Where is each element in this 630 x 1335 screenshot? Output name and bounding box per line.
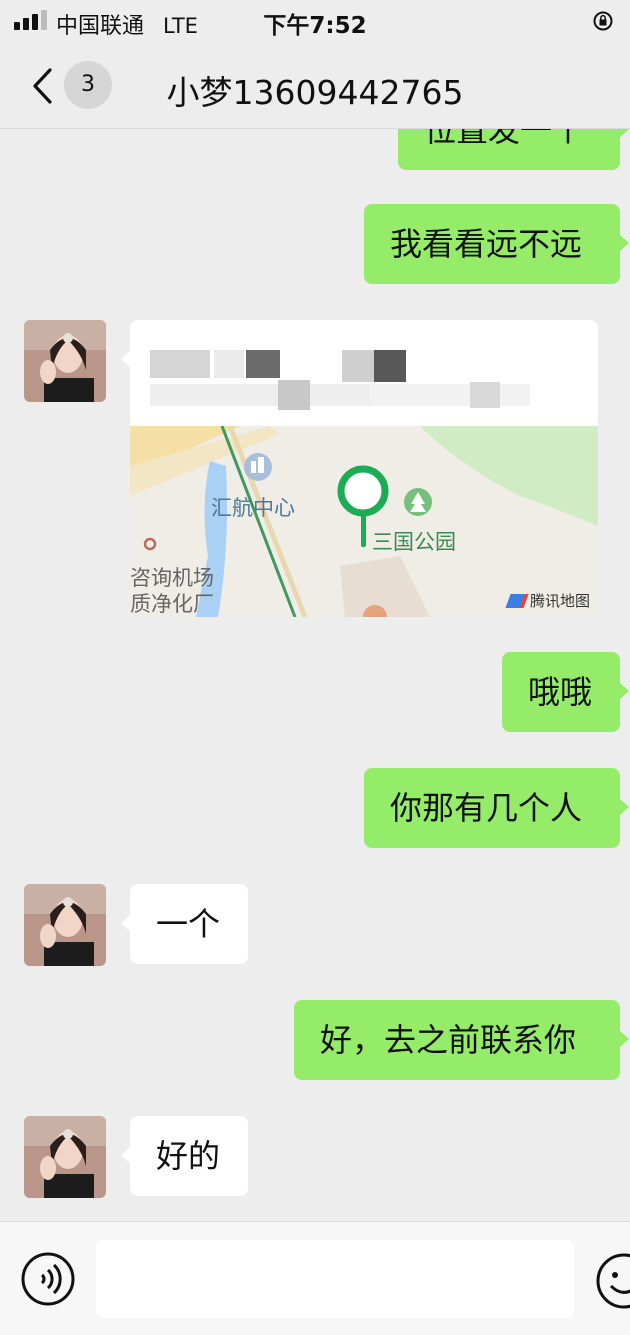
message-bubble[interactable]: 好的 (121, 1116, 248, 1196)
message-bubble[interactable]: 哦哦 (502, 652, 629, 732)
building-icon (244, 453, 272, 481)
status-bar: 中国联通 LTE 下午7:52 (0, 0, 630, 44)
lock-rotation-icon (593, 11, 613, 31)
contact-title[interactable]: 小梦13609442765 (0, 66, 630, 114)
map-label: 汇航中心 (211, 496, 295, 520)
avatar[interactable] (24, 884, 106, 966)
location-address-redacted (130, 320, 598, 426)
avatar[interactable] (24, 1116, 106, 1198)
message-bubble[interactable]: 位置发一个 (398, 129, 629, 170)
message-bubble[interactable]: 好，去之前联系你 (294, 1000, 629, 1080)
voice-icon[interactable] (20, 1251, 76, 1307)
message-bubble[interactable]: 我看看远不远 (364, 204, 629, 284)
message-list[interactable]: 位置发一个 我看看远不远 汇航中心 三国公园 咨询机场 质净化厂 腾讯地图 哦哦… (0, 129, 630, 1221)
map-provider-logo: 腾讯地图 (505, 590, 590, 611)
emoji-icon[interactable] (594, 1251, 630, 1311)
message-input[interactable] (96, 1240, 574, 1318)
map-preview[interactable]: 汇航中心 三国公园 咨询机场 质净化厂 腾讯地图 (130, 425, 598, 617)
clock: 下午7:52 (263, 13, 367, 39)
input-bar (0, 1221, 630, 1335)
location-card[interactable]: 汇航中心 三国公园 咨询机场 质净化厂 腾讯地图 (130, 320, 598, 617)
park-icon (404, 488, 432, 516)
message-bubble[interactable]: 一个 (121, 884, 248, 964)
map-label: 三国公园 (372, 530, 456, 554)
map-label: 质净化厂 (130, 592, 214, 616)
chat-header: 3 小梦13609442765 (0, 44, 630, 129)
avatar[interactable] (24, 320, 106, 402)
message-bubble[interactable]: 你那有几个人 (364, 768, 629, 848)
